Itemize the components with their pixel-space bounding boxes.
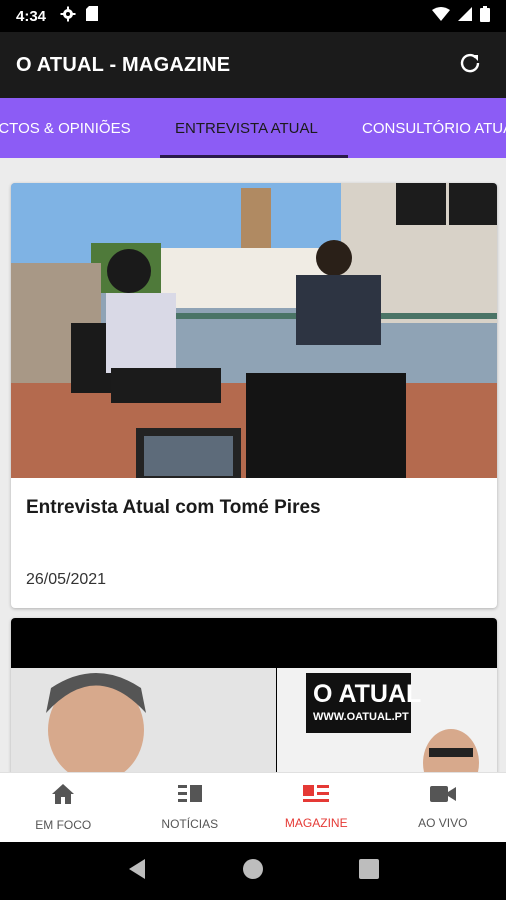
magazine-icon [303, 785, 330, 808]
refresh-icon [458, 51, 482, 80]
video-camera-icon [429, 785, 456, 808]
tab-factos-opinioes[interactable]: FACTOS & OPINIÕES [0, 98, 131, 158]
recents-icon[interactable] [358, 858, 379, 884]
logo-text: O ATUAL [313, 680, 422, 708]
article-title: Entrevista Atual com Tomé Pires [26, 497, 321, 518]
article-thumbnail [11, 183, 497, 478]
nav-em-foco[interactable]: EM FOCO [0, 773, 127, 842]
nav-label: MAGAZINE [284, 816, 348, 830]
article-card[interactable]: Entrevista Atual com Tomé Pires 26/05/20… [11, 183, 497, 608]
app-title: O ATUAL - MAGAZINE [16, 53, 231, 76]
sd-card-icon [86, 6, 99, 26]
article-card[interactable]: O ATUAL WWW.OATUAL.PT [11, 618, 497, 772]
home-circle-icon[interactable] [242, 858, 264, 885]
battery-icon [480, 5, 490, 27]
nav-label: AO VIVO [418, 816, 468, 830]
settings-icon [60, 6, 76, 27]
nav-noticias[interactable]: NOTÍCIAS [127, 773, 254, 842]
tab-label: FACTOS & OPINIÕES [0, 119, 131, 137]
nav-ao-vivo[interactable]: AO VIVO [380, 773, 506, 842]
home-icon [51, 783, 75, 810]
article-thumbnail: O ATUAL WWW.OATUAL.PT [11, 618, 497, 772]
tab-bar: FACTOS & OPINIÕES ENTREVISTA ATUAL CONSU… [0, 98, 506, 158]
tab-entrevista-atual[interactable]: ENTREVISTA ATUAL [175, 98, 318, 158]
logo-url: WWW.OATUAL.PT [313, 711, 409, 723]
wifi-icon [432, 6, 450, 26]
nav-label: EM FOCO [35, 818, 92, 832]
system-nav-bar [0, 842, 506, 900]
status-bar: 4:34 [0, 0, 506, 32]
article-list: Entrevista Atual com Tomé Pires 26/05/20… [0, 158, 506, 772]
tab-label: ENTREVISTA ATUAL [175, 119, 318, 137]
news-icon [177, 784, 202, 809]
status-time: 4:34 [16, 7, 47, 25]
bottom-nav: EM FOCO NOTÍCIAS MAGAZINE AO VIVO [0, 772, 506, 842]
article-date: 26/05/2021 [26, 571, 107, 588]
signal-icon [458, 6, 472, 26]
tab-consultorio-atual[interactable]: CONSULTÓRIO ATUAL [362, 98, 506, 158]
app-bar: O ATUAL - MAGAZINE [0, 32, 506, 98]
nav-label: NOTÍCIAS [161, 817, 219, 831]
tab-label: CONSULTÓRIO ATUAL [362, 119, 506, 137]
nav-magazine[interactable]: MAGAZINE [253, 773, 380, 842]
refresh-button[interactable] [450, 45, 490, 85]
back-icon[interactable] [127, 858, 147, 885]
